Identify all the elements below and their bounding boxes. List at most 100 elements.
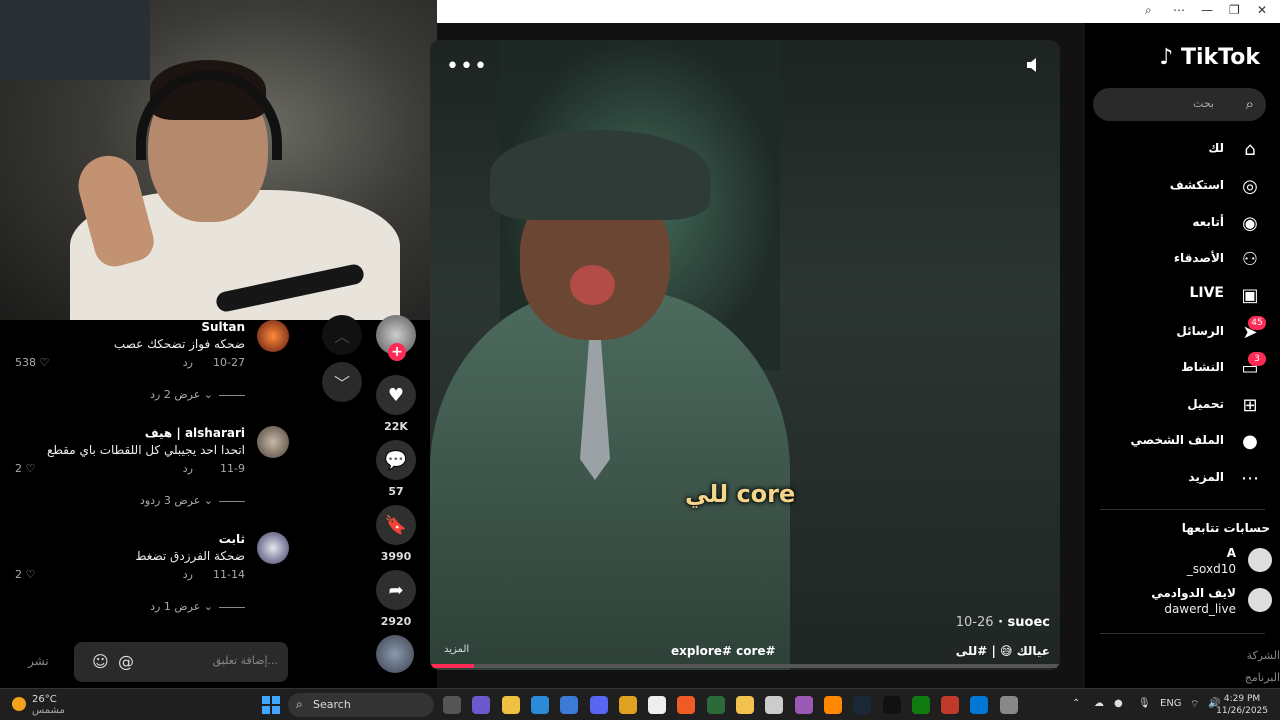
avatar[interactable]: [257, 320, 289, 352]
language-indicator[interactable]: ENG: [1160, 698, 1182, 709]
taskbar-search-label: Search: [313, 698, 351, 711]
heart-icon: ♥: [387, 384, 405, 406]
comment-likes[interactable]: 2 ♡: [15, 462, 35, 475]
taskbar-search[interactable]: ⌕ Search: [288, 693, 434, 717]
game-icon[interactable]: [941, 696, 960, 714]
minimize-button[interactable]: —: [1201, 3, 1213, 17]
previous-video-button[interactable]: ︿: [322, 315, 362, 355]
account-name: لايف الدوادمي: [1151, 586, 1236, 600]
post-button[interactable]: نشر: [28, 654, 49, 668]
like-button[interactable]: ♥: [376, 375, 416, 415]
store-icon[interactable]: [560, 696, 579, 714]
xbox-icon[interactable]: [911, 696, 930, 714]
tray-chevron-icon[interactable]: ⌃: [1072, 698, 1080, 709]
app-tray-icon[interactable]: ●: [1114, 698, 1123, 709]
video-more-link[interactable]: المزيد: [444, 644, 469, 655]
github-icon[interactable]: [765, 696, 784, 714]
music-disc-icon[interactable]: [376, 635, 414, 673]
start-button[interactable]: [262, 696, 280, 714]
sound-icon[interactable]: [1024, 56, 1042, 74]
video-hashtags[interactable]: explore# core#: [671, 644, 776, 658]
brave-icon[interactable]: [677, 696, 696, 714]
video-author[interactable]: 10-26 · suoec: [956, 615, 1050, 630]
video-player[interactable]: ••• للي core 10-26 · suoec المزيد explor…: [430, 40, 1060, 670]
emoji-app-icon[interactable]: [736, 696, 754, 714]
share-button[interactable]: ➦: [376, 570, 416, 610]
settings-icon[interactable]: [999, 696, 1018, 714]
footer-links: الشركة البرنامج: [1245, 645, 1280, 689]
sidebar-item-home[interactable]: ⌂ لك: [1092, 135, 1262, 165]
discord-icon[interactable]: [589, 696, 608, 714]
mic-icon[interactable]: 🎙: [1138, 698, 1151, 709]
network-icon[interactable]: ☁: [1094, 698, 1104, 709]
comment-user[interactable]: ثابت: [219, 532, 245, 546]
comment-input[interactable]: إضافة تعليق... ☺ @: [74, 642, 288, 682]
sidebar-item-label: الملف الشخصي: [1130, 433, 1224, 447]
close-button[interactable]: ✕: [1257, 3, 1267, 17]
share-icon: ➦: [388, 579, 404, 601]
vlc-icon[interactable]: [823, 696, 842, 714]
save-button[interactable]: 🔖: [376, 505, 416, 545]
emoji-icon[interactable]: ☺: [92, 652, 109, 671]
comment-likes[interactable]: 2 ♡: [15, 568, 35, 581]
comment-button[interactable]: 💬: [376, 440, 416, 480]
mention-icon[interactable]: @: [118, 652, 134, 671]
sidebar-item-live[interactable]: ▣ LIVE: [1092, 281, 1262, 311]
clock[interactable]: 4:29 PM 11/26/2025: [1216, 693, 1268, 717]
search-input[interactable]: بحث ⌕: [1093, 88, 1266, 121]
video-progress-bar[interactable]: [430, 664, 1060, 668]
view-replies-button[interactable]: عرض 1 رد ⌄: [150, 600, 245, 613]
footer-link-company[interactable]: الشركة: [1245, 645, 1280, 667]
steam-icon[interactable]: [853, 696, 872, 714]
terminal-icon[interactable]: [706, 696, 725, 714]
comment-user[interactable]: Sultan: [201, 320, 245, 334]
chrome-icon[interactable]: [618, 696, 637, 714]
avatar[interactable]: [257, 426, 289, 458]
sidebar-item-label: الأصدقاء: [1173, 251, 1224, 265]
weather-condition: مشمس: [32, 705, 65, 716]
view-replies-button[interactable]: عرض 3 ردود ⌄: [140, 494, 245, 507]
sidebar-item-label: استكشف: [1169, 178, 1224, 192]
sidebar-item-profile[interactable]: ● الملف الشخصي: [1092, 427, 1262, 457]
follow-plus-icon[interactable]: +: [388, 343, 406, 361]
comment-likes[interactable]: 538 ♡: [15, 356, 49, 369]
comment-date: 11-9: [220, 462, 245, 475]
reply-button[interactable]: رد: [183, 462, 193, 475]
more-icon[interactable]: ⋯: [1173, 3, 1185, 17]
video-more-icon[interactable]: •••: [446, 54, 488, 79]
comment-text: اتحدا احد يجيبلي كل اللقطات باي مقطع: [46, 443, 245, 457]
folder-icon[interactable]: [501, 696, 520, 714]
tiktok-logo[interactable]: ♪ TikTok: [1159, 45, 1260, 70]
restore-button[interactable]: ❐: [1229, 3, 1240, 17]
avatar[interactable]: [257, 532, 289, 564]
reply-button[interactable]: رد: [183, 568, 193, 581]
comment-user[interactable]: هيف | alsharari: [145, 426, 245, 440]
copilot-icon[interactable]: [472, 696, 491, 714]
photos-icon[interactable]: [970, 696, 989, 714]
sidebar-item-messages[interactable]: ➤ الرسائل 45: [1092, 316, 1266, 348]
sidebar-item-friends[interactable]: ⚇ الأصدقاء: [1092, 245, 1262, 275]
comment-text: ضحكه فواز تضحكك عصب: [113, 337, 245, 351]
footer-link-program[interactable]: البرنامج: [1245, 667, 1280, 689]
search-icon[interactable]: ⌕: [1246, 95, 1254, 113]
sidebar-item-more-dots[interactable]: ⋯ المزيد: [1092, 464, 1262, 494]
file-explorer-icon[interactable]: [443, 696, 461, 714]
sidebar-item-following[interactable]: ◉ أتابعه: [1092, 209, 1262, 239]
sidebar-item-label: الرسائل: [1176, 324, 1224, 338]
tiktok-app-icon[interactable]: [882, 696, 901, 714]
following-account[interactable]: A _soxd10: [1092, 546, 1272, 580]
wifi-icon[interactable]: ⌔: [1190, 698, 1199, 711]
ai-app-icon[interactable]: [794, 696, 813, 714]
capcut-icon[interactable]: [648, 696, 667, 714]
sidebar-item-activity[interactable]: ▭ النشاط 3: [1092, 352, 1266, 384]
notification-badge: 3: [1248, 352, 1266, 366]
sidebar-item-compass[interactable]: ◎ استكشف: [1092, 172, 1262, 202]
reply-button[interactable]: رد: [183, 356, 193, 369]
next-video-button[interactable]: ﹀: [322, 362, 362, 402]
edge-icon[interactable]: [530, 696, 549, 714]
view-replies-button[interactable]: عرض 2 رد ⌄: [150, 388, 245, 401]
zoom-icon[interactable]: ⌕: [1145, 3, 1152, 18]
sidebar-item-upload[interactable]: ⊞ تحميل: [1092, 391, 1262, 421]
comment-count: 57: [388, 485, 404, 498]
following-account[interactable]: لايف الدوادمي dawerd_live: [1092, 586, 1272, 620]
